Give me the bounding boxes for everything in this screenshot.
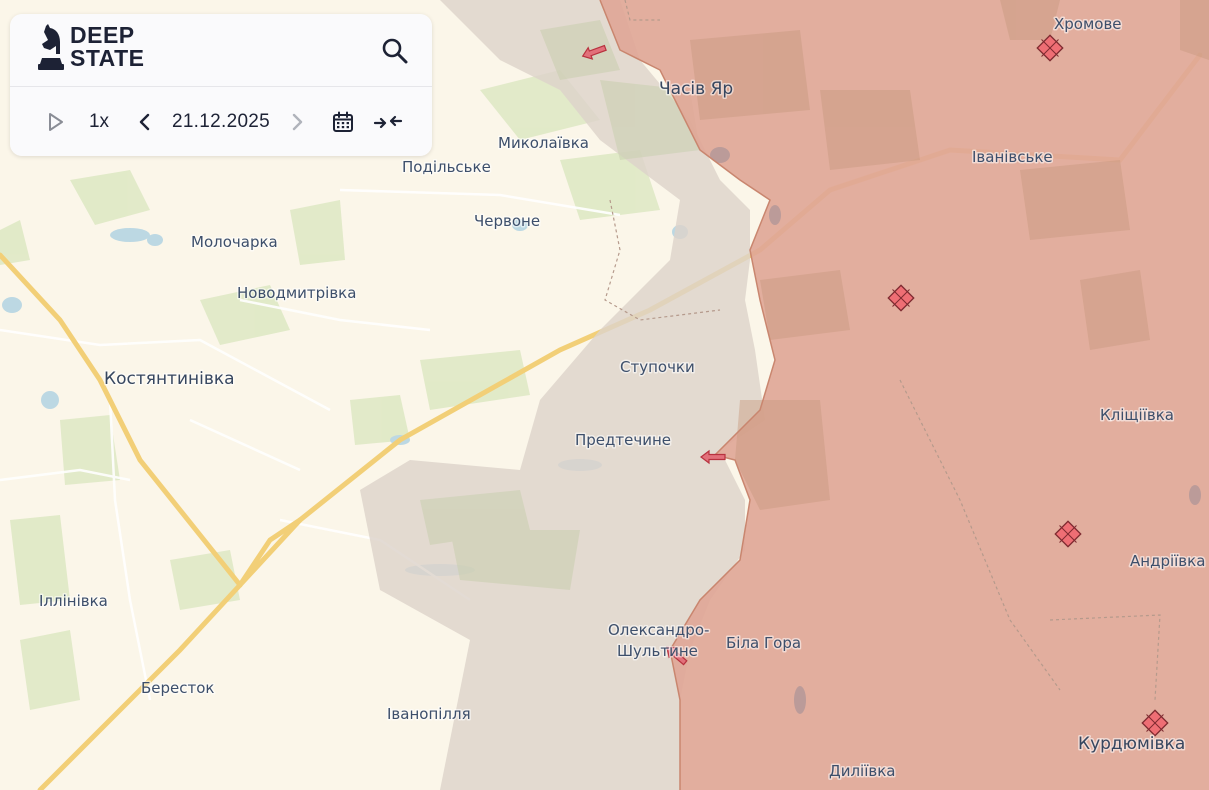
speed-value: 1x: [88, 110, 110, 132]
place-label-kostiantynivka[interactable]: Костянтинівка: [103, 368, 237, 391]
place-label-podilske[interactable]: Подільське: [401, 157, 493, 178]
place-label-andriivka[interactable]: Андріївка: [1129, 551, 1207, 572]
place-label-chervone[interactable]: Червоне: [473, 211, 542, 232]
place-label-mykolaivka[interactable]: Миколаївка: [497, 133, 591, 154]
brand-line-1: DEEP: [70, 22, 135, 48]
brand-logo[interactable]: DEEP STATE: [38, 24, 144, 70]
place-label-ivanivske[interactable]: Іванівське: [971, 147, 1055, 168]
place-label-klishchiivka[interactable]: Кліщіївка: [1099, 405, 1176, 426]
chevron-left-icon: [139, 113, 150, 130]
place-label-ivanopillia[interactable]: Іванопілля: [386, 704, 473, 725]
place-label-chasiv-yar[interactable]: Часів Яр: [658, 78, 735, 101]
brand-name: DEEP STATE: [70, 24, 144, 70]
chevron-right-icon: [292, 113, 303, 130]
play-button[interactable]: [40, 87, 72, 156]
place-label-illinivka[interactable]: Іллінівка: [38, 591, 110, 612]
place-label-khromove[interactable]: Хромове: [1053, 14, 1124, 35]
previous-day-button[interactable]: [132, 87, 158, 156]
search-button[interactable]: [380, 36, 410, 66]
place-label-stupochky[interactable]: Ступочки: [619, 357, 697, 378]
place-label-dyliivka[interactable]: Диліївка: [828, 761, 897, 782]
calendar-icon: [333, 111, 353, 132]
place-label-kurdiumivka[interactable]: Курдюмівка: [1077, 733, 1187, 756]
place-label-bila-hora[interactable]: Біла Гора: [725, 633, 803, 654]
speed-button[interactable]: 1x: [84, 87, 114, 156]
brand-line-2: STATE: [70, 45, 145, 71]
collapse-arrows-icon: [373, 115, 403, 128]
control-panel: DEEP STATE 1x 21.12.2025: [10, 14, 432, 156]
timeline-controls: 1x 21.12.2025: [10, 87, 432, 156]
place-label-berestok[interactable]: Бересток: [140, 678, 217, 699]
panel-header: DEEP STATE: [10, 14, 432, 87]
place-label-shultyne[interactable]: Шультине: [616, 641, 700, 662]
place-label-predtechyne[interactable]: Предтечине: [574, 430, 673, 451]
knight-chess-icon: [38, 24, 64, 70]
compare-button[interactable]: [370, 87, 406, 156]
current-date[interactable]: 21.12.2025: [168, 87, 274, 156]
place-label-molocharka[interactable]: Молочарка: [190, 232, 280, 253]
place-label-oleksandro[interactable]: Олександро-: [607, 620, 711, 641]
next-day-button[interactable]: [284, 87, 310, 156]
play-icon: [49, 112, 63, 131]
date-value: 21.12.2025: [171, 110, 271, 132]
calendar-button[interactable]: [328, 87, 358, 156]
search-icon: [382, 38, 408, 64]
place-label-novodmytrivka[interactable]: Новодмитрівка: [236, 283, 358, 304]
